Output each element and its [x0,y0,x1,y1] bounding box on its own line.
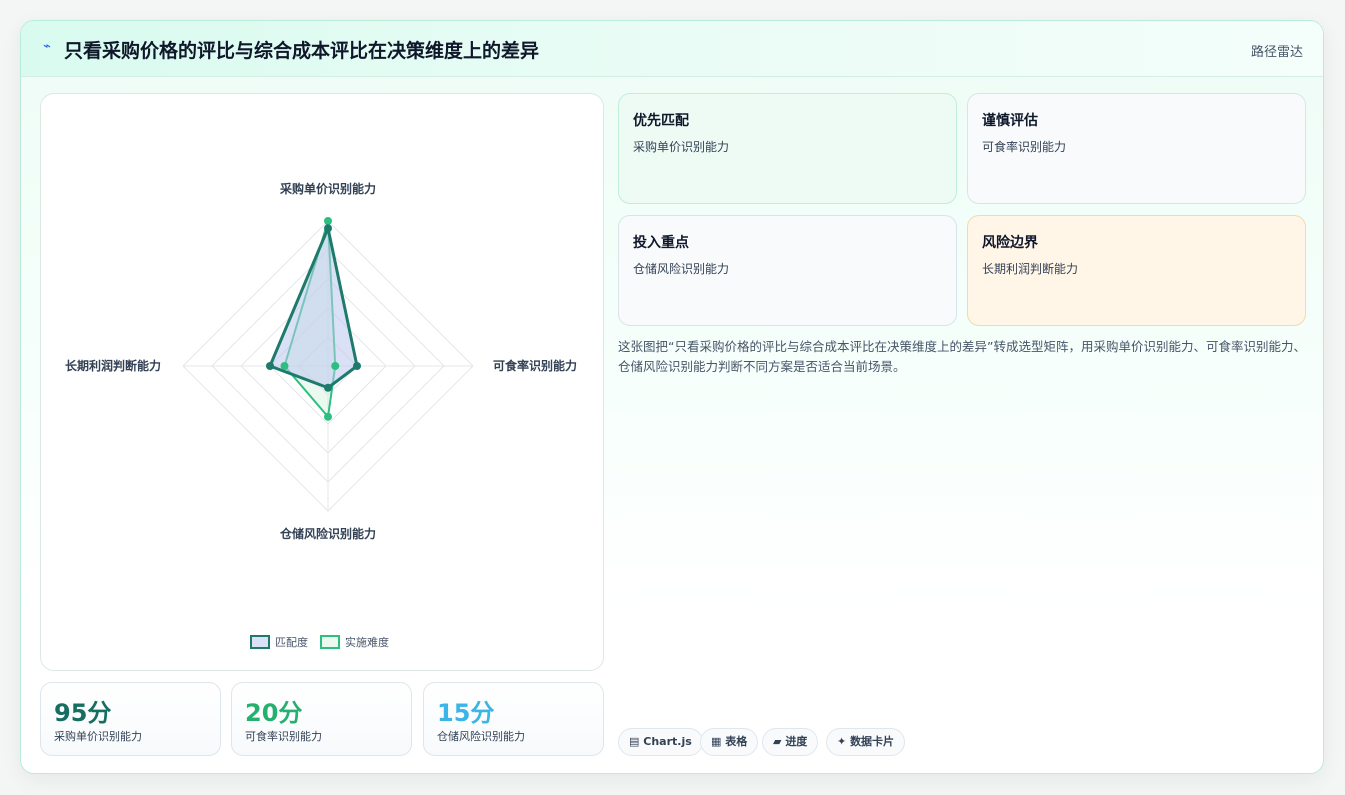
tile-priority-match[interactable]: 优先匹配 采购单价识别能力 [618,93,957,204]
page-title: 只看采购价格的评比与综合成本评比在决策维度上的差异 [64,40,540,62]
tile-title: 投入重点 [633,235,689,251]
header-tag: 路径雷达 [1250,45,1303,60]
header: ⌁ 只看采购价格的评比与综合成本评比在决策维度上的差异 路径雷达 [21,21,1323,77]
data-point [266,362,274,370]
stat-card-2: 20分 可食率识别能力 [231,682,412,756]
chart-description: 这张图把“只看采购价格的评比与综合成本评比在决策维度上的差异”转成选型矩阵，用采… [618,339,1306,374]
chip-table[interactable]: ▦ 表格 [700,728,759,756]
stat-card-1: 95分 采购单价识别能力 [40,682,221,756]
tile-body: 采购单价识别能力 [633,140,730,154]
stat-label: 仓储风险识别能力 [437,730,525,743]
axis-label: 仓储风险识别能力 [279,526,376,541]
tile-investment-focus[interactable]: 投入重点 仓储风险识别能力 [618,215,957,326]
chip-label: 进度 [785,735,808,748]
radar-series [266,217,361,421]
sparkle-icon: ✦ [837,735,847,748]
chart-legend: 匹配度 实施难度 [250,635,389,649]
chip-label: 数据卡片 [850,735,895,748]
stat-label: 可食率识别能力 [245,730,322,743]
tile-body: 可食率识别能力 [982,140,1067,154]
stat-value: 15分 [437,699,495,727]
chip-chartjs[interactable]: ▤ Chart.js [618,728,703,756]
legend-swatch [320,635,340,649]
data-point [324,412,332,421]
tile-body: 仓储风险识别能力 [633,262,730,276]
axis-label: 长期利润判断能力 [65,358,161,373]
data-point [324,217,332,225]
legend-label: 匹配度 [275,635,308,649]
stat-card-3: 15分 仓储风险识别能力 [423,682,604,756]
data-point [353,362,361,370]
chip-progress[interactable]: ▰ 进度 [762,728,819,756]
chart-icon: ▤ [629,735,640,748]
radar-chart-panel: 采购单价识别能力可食率识别能力仓储风险识别能力 长期利润判断能力 匹配度 实施难度 [40,93,604,671]
stat-value: 20分 [245,699,303,727]
legend-swatch [250,635,270,649]
chip-label: 表格 [725,735,748,748]
axis-label: 采购单价识别能力 [279,181,376,196]
tile-title: 优先匹配 [633,113,689,129]
tile-careful-evaluation[interactable]: 谨慎评估 可食率识别能力 [967,93,1306,204]
data-point [331,362,340,370]
chip-data-card[interactable]: ✦ 数据卡片 [826,728,906,756]
tile-title: 谨慎评估 [982,113,1038,129]
tile-risk-boundary[interactable]: 风险边界 长期利润判断能力 [967,215,1306,326]
radar-chart: 采购单价识别能力可食率识别能力仓储风险识别能力 长期利润判断能力 匹配度 实施难度 [65,181,577,649]
main-card: ⌁ 只看采购价格的评比与综合成本评比在决策维度上的差异 路径雷达 采购单价识别能… [20,20,1324,774]
progress-icon: ▰ [773,735,782,748]
tile-title: 风险边界 [982,235,1038,251]
chip-label: Chart.js [643,735,692,748]
axis-label: 可食率识别能力 [493,358,577,373]
data-point [324,383,332,392]
legend-label: 实施难度 [345,635,389,649]
pulse-icon: ⌁ [43,39,51,54]
stat-value: 95分 [54,699,112,727]
tile-body: 长期利润判断能力 [982,262,1079,276]
data-point [280,362,289,370]
data-point [324,224,332,233]
stat-label: 采购单价识别能力 [54,730,142,743]
table-icon: ▦ [711,735,722,748]
